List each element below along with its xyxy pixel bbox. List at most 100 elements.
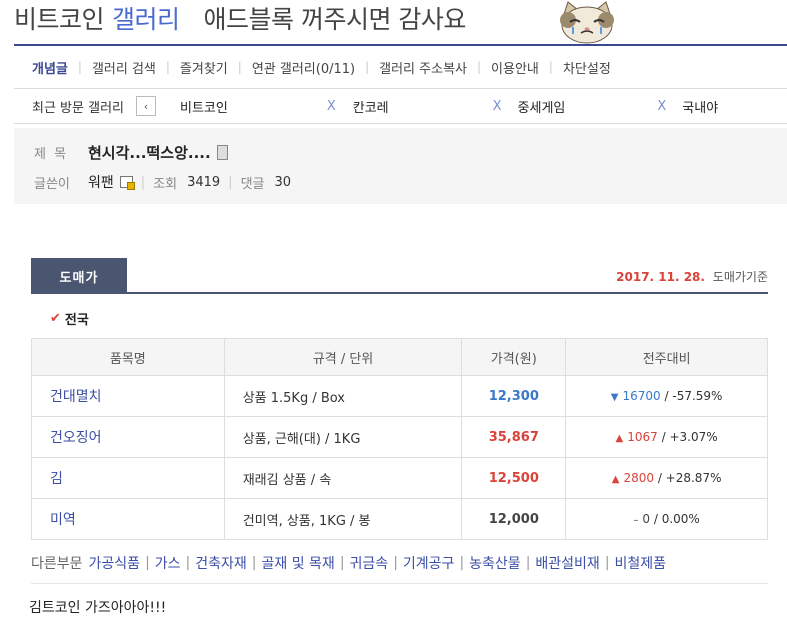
change-arrow-icon: – (633, 515, 639, 526)
item-price: 12,500 (461, 457, 567, 499)
table-row: 미역 건미역, 상품, 1KG / 봉 12,000–0 / 0.00% (31, 498, 768, 540)
category-link[interactable]: 골재 및 목재 (262, 553, 335, 573)
category-separator: | (459, 555, 465, 571)
recent-gallery-item: 중세게임 X (518, 97, 667, 116)
item-name-link[interactable]: 건오징어 (31, 416, 225, 458)
change-amount: 1067 (627, 430, 658, 444)
nav-separator: | (477, 60, 482, 74)
category-link[interactable]: 배관설비재 (535, 553, 599, 573)
post-header: 제 목 현시각...떡스앙.... 글쓴이 워팬 | 조회 3419 | 댓글 … (14, 128, 787, 204)
price-date-value: 2017. 11. 28. (616, 270, 705, 284)
fixed-nick-icon (119, 176, 135, 190)
cat-face-icon (560, 1, 614, 44)
category-separator: | (339, 555, 345, 571)
category-link[interactable]: 건축자재 (195, 553, 247, 573)
post-body: 김트코인 가즈아아아!!! (29, 600, 167, 616)
change-percent: / +28.87% (657, 471, 722, 485)
recent-galleries-bar: 최근 방문 갤러리 ‹ 비트코인 X 칸코레 X 중세게임 X 국내야 (14, 88, 787, 124)
table-row: 김 재래김 상품 / 속 12,500 ▲ 2800 / +28.87% (31, 457, 768, 499)
column-header: 품목명 (31, 338, 225, 376)
recent-gallery-item: 비트코인 X (180, 97, 336, 116)
change-arrow-icon: ▼ (610, 392, 619, 403)
region-selector[interactable]: ✔ 전국 (50, 309, 89, 328)
category-link[interactable]: 비철제품 (615, 553, 667, 573)
item-spec: 건미역, 상품, 1KG / 봉 (223, 498, 463, 540)
item-change: ▲ 2800 / +28.87% (565, 457, 768, 499)
region-label: 전국 (64, 313, 89, 328)
gallery-name[interactable]: 비트코인 (14, 0, 105, 36)
category-separator: | (393, 555, 398, 571)
views-label: 조회 (153, 176, 178, 192)
item-spec: 상품, 근해(대) / 1KG (223, 416, 463, 458)
column-header: 가격(원) (461, 338, 567, 376)
views-count: 3419 (187, 174, 221, 190)
price-date-suffix: 도매가기준 (712, 270, 768, 284)
comments-count[interactable]: 30 (274, 175, 291, 190)
change-amount: 0 (642, 512, 651, 526)
nav-item-search[interactable]: 갤러리 검색 (92, 58, 156, 77)
close-icon[interactable]: X (493, 99, 502, 114)
nav-item-related[interactable]: 연관 갤러리(0/11) (252, 58, 355, 77)
price-widget-header: 도매가 2017. 11. 28. 도매가기준 (31, 258, 768, 294)
item-name-link[interactable]: 건대멸치 (31, 375, 225, 417)
change-arrow-icon: ▲ (611, 474, 620, 485)
recent-gallery-link[interactable]: 중세게임 (518, 97, 566, 116)
nav-separator: | (237, 60, 242, 74)
close-icon[interactable]: X (327, 99, 336, 114)
column-header: 규격 / 단위 (223, 338, 463, 376)
writer-name[interactable]: 워팬 (88, 172, 114, 192)
meta-separator: | (228, 174, 233, 190)
category-link[interactable]: 농축산물 (469, 553, 521, 573)
item-name-link[interactable]: 미역 (31, 498, 225, 540)
change-amount: 2800 (623, 471, 654, 485)
chevron-left-icon[interactable]: ‹ (136, 96, 156, 116)
item-price: 12,000 (461, 498, 567, 540)
post-subject: 현시각...떡스앙.... (88, 144, 211, 162)
category-separator: | (604, 555, 610, 571)
gallery-word[interactable]: 갤러리 (112, 0, 180, 36)
category-link[interactable]: 기계공구 (403, 553, 455, 573)
nav-item-favorites[interactable]: 즐겨찾기 (180, 58, 228, 77)
column-header: 전주대비 (565, 338, 768, 376)
banner-text: 애드블록 꺼주시면 감사요 (203, 5, 467, 34)
subject-label: 제 목 (34, 147, 69, 162)
gallery-title: 비트코인 갤러리 애드블록 꺼주시면 감사요 (14, 0, 466, 36)
nav-item-copy-url[interactable]: 갤러리 주소복사 (379, 58, 467, 77)
category-separator: | (525, 555, 531, 571)
meta-row: 글쓴이 워팬 | 조회 3419 | 댓글 30 (34, 172, 291, 192)
category-link[interactable]: 가공식품 (89, 553, 141, 573)
category-link[interactable]: 가스 (155, 553, 181, 573)
recent-gallery-link[interactable]: 국내야 (682, 97, 718, 116)
check-icon: ✔ (50, 311, 61, 326)
item-change: –0 / 0.00% (565, 498, 768, 540)
writer-label: 글쓴이 (34, 176, 70, 192)
change-amount: 16700 (622, 389, 661, 403)
table-header-row: 품목명 규격 / 단위 가격(원) 전주대비 (31, 338, 768, 376)
item-price: 35,867 (461, 416, 567, 458)
nav-separator: | (77, 60, 82, 74)
price-table: 품목명 규격 / 단위 가격(원) 전주대비 건대멸치 상품 1.5Kg / Bo… (31, 338, 768, 540)
table-row: 건오징어 상품, 근해(대) / 1KG 35,867 ▲ 1067 / +3.07% (31, 416, 768, 458)
nav-item-guide[interactable]: 이용안내 (491, 58, 539, 77)
meta-separator: | (140, 174, 146, 190)
divider (31, 583, 768, 584)
change-arrow-icon: ▲ (615, 433, 624, 444)
change-percent: / -57.59% (664, 389, 723, 403)
item-name-link[interactable]: 김 (31, 457, 225, 499)
recent-gallery-link[interactable]: 비트코인 (180, 97, 228, 116)
item-change: ▼ 16700 / -57.59% (565, 375, 768, 417)
recent-label: 최근 방문 갤러리 (32, 100, 124, 116)
nav-separator: | (548, 60, 553, 74)
recent-gallery-link[interactable]: 칸코레 (353, 97, 389, 116)
nav-item-block-settings[interactable]: 차단설정 (563, 58, 611, 77)
category-link[interactable]: 귀금속 (350, 553, 389, 573)
item-spec: 재래김 상품 / 속 (223, 457, 463, 499)
nav-item-best[interactable]: 개념글 (32, 58, 68, 77)
gallery-nav: 개념글 | 갤러리 검색 | 즐겨찾기 | 연관 갤러리(0/11) | 갤러리… (14, 44, 787, 88)
nav-separator: | (165, 60, 170, 74)
subject-row: 제 목 현시각...떡스앙.... (34, 142, 228, 163)
price-date: 2017. 11. 28. 도매가기준 (616, 268, 768, 285)
change-percent: / 0.00% (653, 512, 700, 526)
tab-wholesale[interactable]: 도매가 (31, 258, 127, 294)
close-icon[interactable]: X (657, 99, 666, 114)
